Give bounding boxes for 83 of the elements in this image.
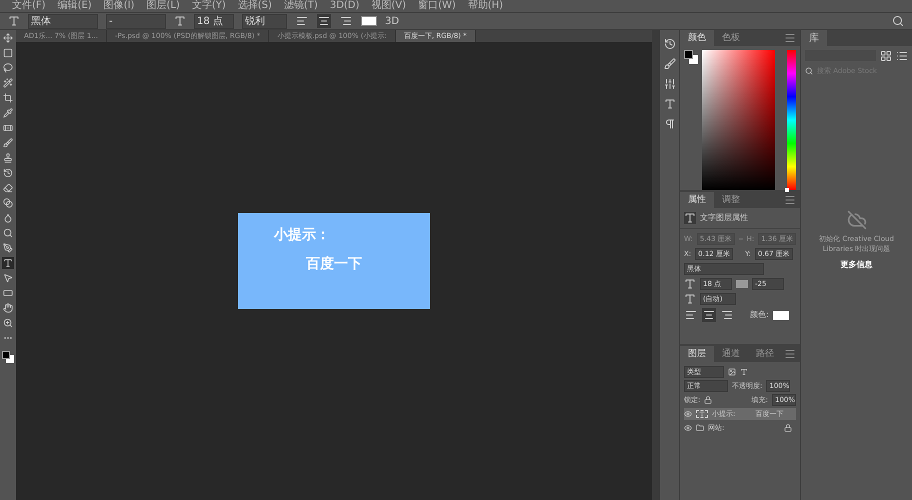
panel-tab[interactable]: 色板 (714, 30, 748, 46)
menu-item[interactable]: 3D(D) (330, 0, 360, 12)
search-icon[interactable] (892, 15, 904, 27)
tip-title: 小提示： (274, 226, 331, 245)
blur-tool-icon[interactable] (2, 212, 14, 224)
lock-icon (784, 424, 792, 432)
color-swatches-icon[interactable] (684, 50, 698, 64)
move-tool-icon[interactable] (2, 32, 14, 44)
image-filter-icon[interactable] (728, 368, 736, 376)
panel-tab[interactable]: 通道 (714, 346, 748, 362)
font-style-field[interactable]: - (106, 14, 166, 28)
heal-tool-icon[interactable] (2, 122, 14, 134)
select-tool-icon[interactable] (2, 272, 14, 284)
menu-item[interactable]: 帮助(H) (468, 0, 504, 12)
antialias-field[interactable]: 锐利 (242, 14, 287, 28)
scrollbar[interactable] (652, 30, 660, 500)
type-filter-icon[interactable] (740, 368, 748, 376)
text-layer-icon (696, 410, 708, 418)
align-button[interactable] (295, 14, 309, 28)
color-swatches-icon[interactable] (2, 351, 14, 363)
paragraph-icon[interactable] (664, 118, 676, 130)
panel-tab[interactable]: 路径 (748, 346, 782, 362)
link-icon (738, 235, 743, 243)
eye-icon[interactable] (684, 424, 692, 432)
eyedropper-tool-icon[interactable] (2, 107, 14, 119)
type-tool-icon[interactable] (8, 15, 20, 27)
font-size-icon (174, 15, 186, 27)
color-swatch[interactable] (772, 310, 789, 320)
panel-menu-icon[interactable] (784, 32, 796, 44)
zoom-tool-icon[interactable] (2, 317, 14, 329)
marquee-tool-icon[interactable] (2, 47, 14, 59)
grid-view-icon[interactable] (880, 50, 892, 62)
pen-tool-icon[interactable] (2, 242, 14, 254)
properties-header: 文字图层属性 (700, 212, 748, 224)
menu-item[interactable]: 滤镜(T) (284, 0, 318, 12)
panel-tab[interactable]: 图层 (680, 346, 714, 362)
menu-item[interactable]: 图层(L) (146, 0, 180, 12)
hue-slider[interactable] (787, 50, 796, 190)
eye-icon[interactable] (684, 410, 692, 418)
lock-icon[interactable] (704, 396, 712, 404)
menu-item[interactable]: 图像(I) (104, 0, 134, 12)
brush-tool-icon[interactable] (2, 137, 14, 149)
font-size-icon (684, 278, 696, 290)
stamp-tool-icon[interactable] (2, 152, 14, 164)
panel-tab[interactable]: 调整 (714, 192, 748, 208)
menu-item[interactable]: 视图(V) (371, 0, 406, 12)
text-color-swatch[interactable] (361, 16, 377, 26)
hue-slider-thumb[interactable] (785, 188, 790, 192)
type-tool-icon[interactable] (2, 257, 14, 269)
brush-icon[interactable] (664, 58, 676, 70)
panel-tab[interactable]: 库 (801, 30, 827, 46)
panel-tab[interactable]: 颜色 (680, 30, 714, 46)
align-button[interactable] (317, 14, 331, 28)
eraser-tool-icon[interactable] (2, 182, 14, 194)
character-icon[interactable] (664, 98, 676, 110)
color-label: 颜色: (750, 310, 769, 320)
panel-tab[interactable]: 属性 (680, 192, 714, 208)
color-field[interactable] (702, 50, 776, 190)
rectangle-tool-icon[interactable] (2, 287, 14, 299)
align-button[interactable] (702, 308, 716, 322)
cloud-off-icon (846, 210, 866, 230)
menu-item[interactable]: 选择(S) (238, 0, 272, 12)
history-icon[interactable] (664, 38, 676, 50)
leading-icon (684, 293, 696, 305)
history-tool-icon[interactable] (2, 167, 14, 179)
search-icon (805, 67, 813, 76)
threed-button[interactable]: 3D (385, 14, 400, 28)
tip-text: 百度一下 (305, 254, 363, 274)
align-button[interactable] (684, 308, 698, 322)
crop-tool-icon[interactable] (2, 92, 14, 104)
text-layer-icon (684, 212, 696, 224)
align-button[interactable] (720, 308, 734, 322)
wand-tool-icon[interactable] (2, 77, 14, 89)
font-family-field[interactable]: 黑体 (28, 14, 98, 28)
align-button[interactable] (339, 14, 353, 28)
lasso-tool-icon[interactable] (2, 62, 14, 74)
sliders-icon[interactable] (664, 78, 676, 90)
menu-item[interactable]: 编辑(E) (58, 0, 92, 12)
more-info-link[interactable]: 更多信息 (840, 258, 872, 271)
hand-tool-icon[interactable] (2, 302, 14, 314)
folder-icon (696, 424, 704, 432)
font-size-field[interactable]: 18 点 (194, 14, 234, 28)
panel-menu-icon[interactable] (784, 348, 796, 360)
